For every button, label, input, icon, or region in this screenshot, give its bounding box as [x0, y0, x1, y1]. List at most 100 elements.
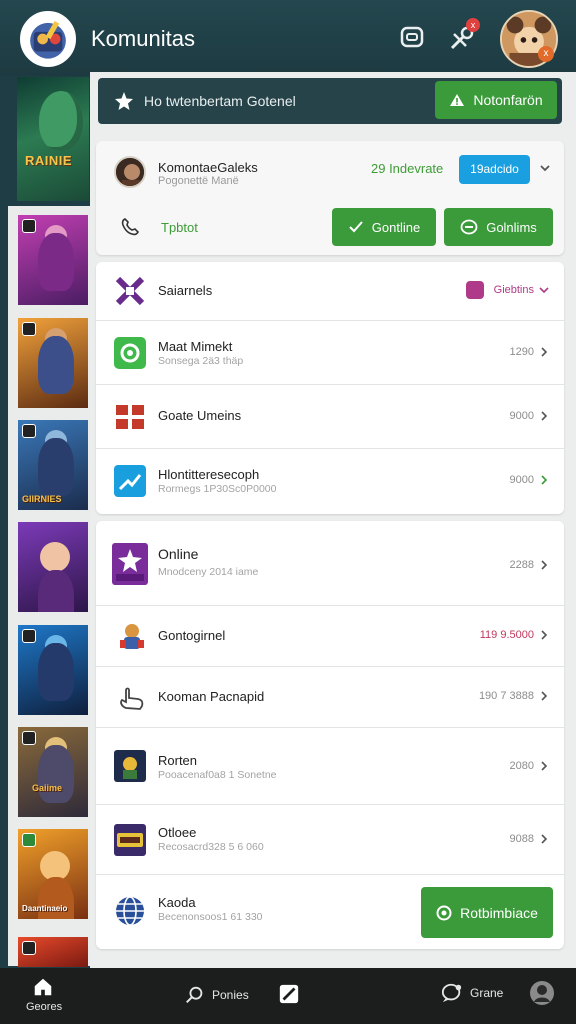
- list-item-title: Hlontitteresecoph: [158, 467, 260, 482]
- nav-home[interactable]: Geores: [26, 976, 63, 1013]
- game-thumb-art: [38, 570, 74, 612]
- list-item-subtitle: Mnodceny 2014 iame: [158, 566, 259, 578]
- search-icon: [186, 986, 203, 1004]
- user-status-badge: x: [538, 46, 554, 62]
- list-item-value: 2080: [509, 760, 534, 772]
- circle-dot-icon: [436, 905, 452, 920]
- bottom-nav: Geores Ponies Grane: [0, 968, 576, 1024]
- chevron-right-icon[interactable]: [538, 410, 550, 422]
- community-tag-button[interactable]: 19adcido: [459, 155, 530, 184]
- chat-bubble-icon: [460, 219, 478, 235]
- globe-icon: [114, 895, 146, 927]
- notification-badge: x: [466, 18, 480, 32]
- chevron-right-icon[interactable]: [538, 833, 550, 845]
- community-avatar[interactable]: [114, 156, 146, 188]
- list-item-value: 1290: [509, 346, 534, 358]
- chevron-right-icon[interactable]: [538, 474, 550, 486]
- app-logo-avatar[interactable]: [20, 11, 76, 67]
- message-icon[interactable]: [397, 22, 427, 52]
- list-item-value: 190 7 3888: [478, 690, 534, 702]
- game-thumb-5[interactable]: [18, 625, 88, 715]
- nav-profile[interactable]: [529, 980, 555, 1006]
- list-item-title: Gontogirnel: [158, 628, 226, 643]
- list-item-value: Giebtins: [493, 284, 534, 296]
- featured-game-art: [39, 91, 83, 151]
- game-thumb-badge-icon: [22, 941, 36, 955]
- app-header: Komunitas x x: [0, 0, 576, 76]
- nav-home-label: Geores: [26, 1001, 63, 1013]
- call-label: Tpbtot: [161, 220, 198, 235]
- game-thumb-4[interactable]: [18, 522, 88, 612]
- game-thumb-3[interactable]: GIIRNIES: [18, 420, 88, 510]
- game-thumb-caption: Daantinaeio: [22, 904, 68, 913]
- list-item-title: Kooman Pacnapid: [158, 689, 265, 704]
- community-online-count: 29 Indevrate: [371, 161, 444, 176]
- notice-action-button[interactable]: Notonfarön: [435, 81, 557, 119]
- game-thumb-badge-icon: [22, 219, 36, 233]
- game-thumb-badge-icon: [22, 629, 36, 643]
- community-subtitle: Pogonettë Manë: [158, 175, 239, 187]
- nav-game[interactable]: Grane: [440, 982, 503, 1004]
- game-thumb-badge-icon: [22, 322, 36, 336]
- list-item-value: 9088: [509, 833, 534, 845]
- list-item-subtitle: Pooacenaf0a8 1 Sonetne: [158, 769, 277, 781]
- continue-button[interactable]: Gontline: [332, 208, 436, 246]
- chevron-down-icon[interactable]: [538, 284, 550, 296]
- game-logo-icon: [114, 824, 146, 856]
- game-thumb-8[interactable]: [18, 937, 88, 967]
- list-item-title: Saiarnels: [158, 283, 213, 298]
- mascot-icon: [116, 620, 148, 652]
- list-action-button[interactable]: Rotbimbiace: [421, 887, 553, 938]
- game-thumb-art: [38, 438, 74, 496]
- profile-icon: [530, 981, 554, 1005]
- game-thumb-badge-icon: [22, 833, 36, 847]
- crossed-swords-icon: [114, 275, 146, 307]
- list-item-value: 2288: [509, 559, 534, 571]
- chevron-right-icon[interactable]: [538, 760, 550, 772]
- game-thumb-art: [38, 233, 74, 291]
- grid-icon: [114, 401, 146, 433]
- game-thumb-1[interactable]: [18, 215, 88, 305]
- list-item-value: 9000: [509, 410, 534, 422]
- game-thumb-art: [40, 542, 70, 572]
- chevron-right-icon[interactable]: [538, 346, 550, 358]
- online-button-label: Golnlims: [486, 219, 537, 235]
- list-item-subtitle: Rormegs 1P30Sc0P0000: [158, 483, 277, 495]
- game-app-icon: [114, 750, 146, 782]
- list-action-label: Rotbimbiace: [460, 904, 538, 921]
- list-item-value: 119 9.5000: [479, 629, 534, 641]
- chevron-right-icon[interactable]: [538, 559, 550, 571]
- online-button[interactable]: Golnlims: [444, 208, 553, 246]
- notice-text: Ho twtenbertam Gotenel: [144, 93, 296, 109]
- home-icon: [34, 978, 52, 996]
- continue-label: Gontline: [371, 219, 421, 235]
- game-thumb-badge-icon: [22, 424, 36, 438]
- nav-compose[interactable]: [278, 983, 300, 1005]
- star-icon: [112, 89, 136, 113]
- chevron-down-icon[interactable]: [538, 161, 552, 175]
- list-item-title: Kaoda: [158, 895, 196, 910]
- phone-icon: [120, 217, 140, 237]
- list-item-subtitle: Becenonsoos1 61 330: [158, 911, 263, 923]
- chevron-right-icon[interactable]: [538, 690, 550, 702]
- game-thumb-6[interactable]: Gaiime: [18, 727, 88, 817]
- list-item-subtitle: Sonsega 2ä3 thäp: [158, 355, 244, 367]
- nav-search-label: Ponies: [212, 988, 249, 1002]
- list-item-title: Maat Mimekt: [158, 339, 233, 354]
- chevron-right-icon[interactable]: [538, 629, 550, 641]
- hand-icon: [116, 682, 148, 714]
- game-thumb-2[interactable]: [18, 318, 88, 408]
- game-thumb-caption: Gaiime: [32, 783, 63, 793]
- game-thumb-7[interactable]: Daantinaeio: [18, 829, 88, 919]
- featured-game-banner[interactable]: RAINIE: [17, 77, 89, 201]
- list-item-subtitle: Recosacrd328 5 6 060: [158, 841, 264, 853]
- compose-icon: [279, 984, 299, 1004]
- nav-game-label: Grane: [470, 986, 504, 1000]
- refresh-icon: [114, 337, 146, 369]
- chat-icon: [441, 983, 462, 1003]
- warning-icon: [450, 94, 465, 106]
- community-name: KomontaeGaleks: [158, 160, 258, 175]
- nav-search[interactable]: Ponies: [184, 984, 249, 1006]
- list-item-title: Rorten: [158, 753, 198, 768]
- check-icon: [349, 221, 363, 233]
